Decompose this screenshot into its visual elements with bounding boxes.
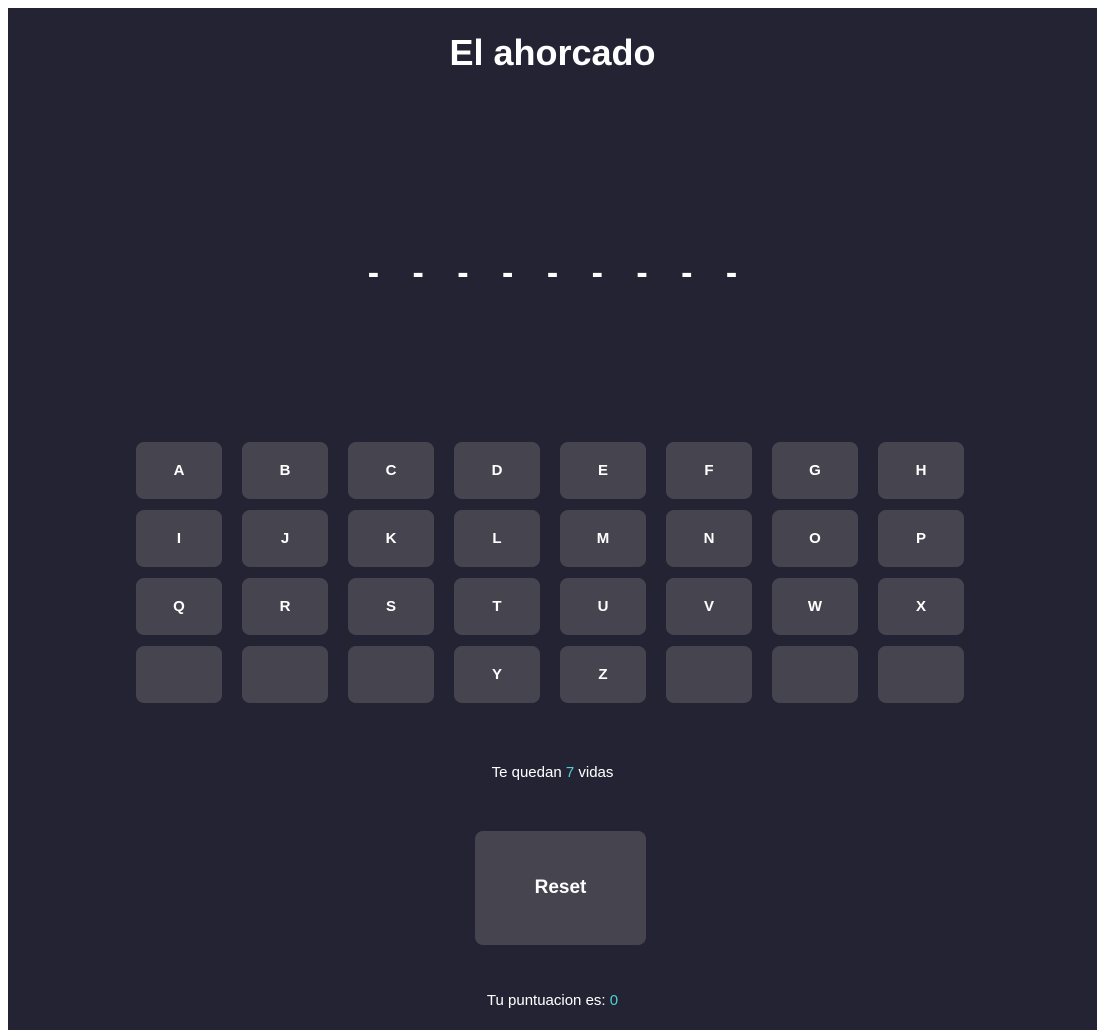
reset-button[interactable]: Reset — [475, 831, 646, 945]
key-r[interactable]: R — [242, 578, 328, 635]
page-title: El ahorcado — [449, 32, 656, 73]
lives-suffix: vidas — [578, 764, 614, 781]
key-blank — [666, 646, 752, 703]
lives-counter: Te quedan 7 vidas — [8, 764, 1097, 781]
key-w[interactable]: W — [772, 578, 858, 635]
key-k[interactable]: K — [348, 510, 434, 567]
key-p[interactable]: P — [878, 510, 964, 567]
key-i[interactable]: I — [136, 510, 222, 567]
hangman-game: El ahorcado - - - - - - - - - ABCDEFGH IJ… — [8, 8, 1097, 1030]
key-blank — [348, 646, 434, 703]
key-z[interactable]: Z — [560, 646, 646, 703]
key-blank — [242, 646, 328, 703]
key-q[interactable]: Q — [136, 578, 222, 635]
key-j[interactable]: J — [242, 510, 328, 567]
hidden-word: - - - - - - - - - — [367, 254, 750, 292]
key-c[interactable]: C — [348, 442, 434, 499]
key-d[interactable]: D — [454, 442, 540, 499]
key-blank — [878, 646, 964, 703]
key-g[interactable]: G — [772, 442, 858, 499]
key-x[interactable]: X — [878, 578, 964, 635]
score-value: 0 — [609, 992, 619, 1009]
key-t[interactable]: T — [454, 578, 540, 635]
key-h[interactable]: H — [878, 442, 964, 499]
key-a[interactable]: A — [136, 442, 222, 499]
score-display: Tu puntuacion es: 0 — [8, 992, 1097, 1009]
key-blank — [772, 646, 858, 703]
key-v[interactable]: V — [666, 578, 752, 635]
key-f[interactable]: F — [666, 442, 752, 499]
key-y[interactable]: Y — [454, 646, 540, 703]
key-l[interactable]: L — [454, 510, 540, 567]
key-e[interactable]: E — [560, 442, 646, 499]
key-o[interactable]: O — [772, 510, 858, 567]
key-m[interactable]: M — [560, 510, 646, 567]
key-u[interactable]: U — [560, 578, 646, 635]
letter-keyboard: ABCDEFGH IJKLMNOP QRSTUVWX YZ — [136, 442, 964, 703]
key-n[interactable]: N — [666, 510, 752, 567]
key-s[interactable]: S — [348, 578, 434, 635]
key-blank — [136, 646, 222, 703]
lives-count: 7 — [565, 764, 575, 781]
key-b[interactable]: B — [242, 442, 328, 499]
score-label: Tu puntuacion es: — [486, 992, 606, 1009]
lives-prefix: Te quedan — [491, 764, 562, 781]
